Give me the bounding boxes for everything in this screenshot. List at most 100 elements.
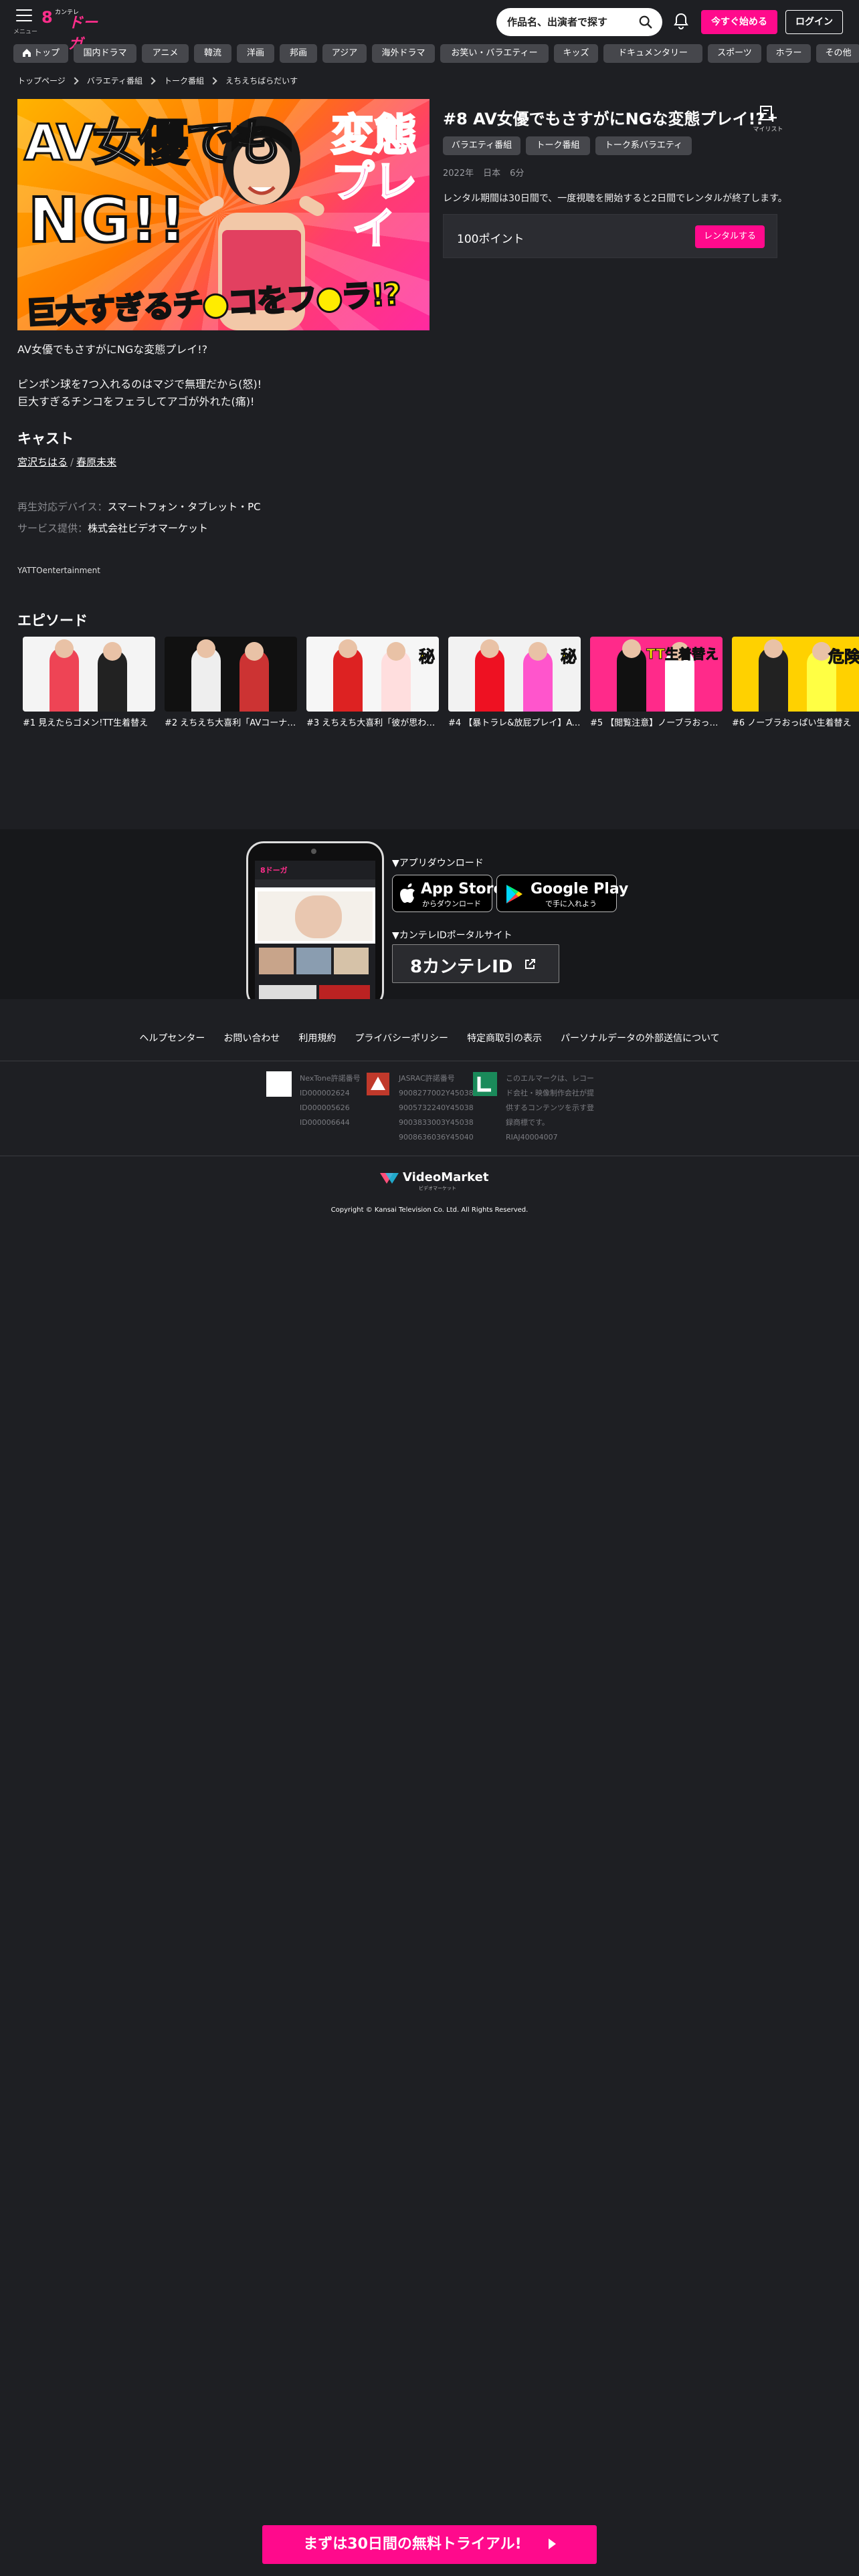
episode-thumbnail: 秘 xyxy=(448,637,581,712)
breadcrumb-series[interactable]: えちえちばらだいす xyxy=(225,75,298,86)
footer-link-contact[interactable]: お問い合わせ xyxy=(223,1033,280,1044)
google-play-button[interactable]: Google Play で手に入れよう xyxy=(496,875,628,912)
logo-mark: 8 xyxy=(41,8,53,27)
thumbnail-headline-2: NG!! xyxy=(27,183,187,257)
add-to-list-icon xyxy=(760,106,777,122)
thumbnail-headline-1: AV女優でも xyxy=(23,114,284,173)
google-play-name: Google Play xyxy=(531,881,629,897)
episode-overlay-text: 危険 xyxy=(828,647,859,667)
footer-link-help[interactable]: ヘルプセンター xyxy=(139,1033,205,1044)
episode-meta: 2022年 日本 6分 xyxy=(443,166,533,179)
rental-note: レンタル期間は30日間で、一度視聴を開始すると2日間でレンタルが終了します。 xyxy=(443,193,787,204)
chevron-right-icon xyxy=(71,76,79,85)
device-value: スマートフォン・タブレット・PC xyxy=(107,501,261,513)
service-info: 再生対応デバイス：スマートフォン・タブレット・PC サービス提供：株式会社ビデオ… xyxy=(17,496,261,539)
free-trial-cta-button[interactable]: まずは30日間の無料トライアル! xyxy=(262,2525,597,2564)
breadcrumb: トップページ バラエティ番組 トーク番組 えちえちばらだいす xyxy=(17,75,298,88)
tag-talk[interactable]: トーク番組 xyxy=(526,136,590,155)
episode-thumbnail[interactable]: AV女優でも NG!! 変態プレイ 巨大すぎるチ●コをフ●ラ!? xyxy=(17,99,430,330)
episode-overlay-text: TT生着替え xyxy=(646,646,719,663)
google-play-icon xyxy=(506,885,522,903)
category-documentary[interactable]: ドキュメンタリー xyxy=(603,44,702,63)
site-logo[interactable]: 8 カンテレ ドーガ xyxy=(41,8,108,53)
menu-button[interactable]: メニュー xyxy=(13,7,37,37)
footer-link-commerce[interactable]: 特定商取引の表示 xyxy=(467,1033,542,1044)
meta-country: 日本 xyxy=(483,169,501,179)
footer-link-personal-data[interactable]: パーソナルデータの外部送信について xyxy=(561,1033,720,1044)
start-now-button[interactable]: 今すぐ始める xyxy=(701,10,777,34)
cast-link-1[interactable]: 宮沢ちはる xyxy=(17,456,68,468)
chevron-right-icon xyxy=(209,76,217,85)
category-top[interactable]: トップ xyxy=(13,44,68,63)
episode-caption: #3 えちえち大喜利「彼が思わず…」 xyxy=(306,718,439,728)
login-button[interactable]: ログイン xyxy=(785,10,843,34)
episode-card[interactable]: 危険 #6 ノーブラおっぱい生着替え xyxy=(732,637,859,737)
footer: ヘルプセンター お問い合わせ 利用規約 プライバシーポリシー 特定商取引の表示 パーソナル… xyxy=(0,999,859,2576)
episode-caption: #5 【閲覧注意】ノーブラおっぱい xyxy=(590,718,723,728)
kantele-id-portal-button[interactable]: 8カンテレID xyxy=(392,944,559,983)
app-store-button[interactable]: App Store からダウンロード xyxy=(392,875,503,912)
nextone-logo-icon xyxy=(266,1071,292,1097)
episode-card[interactable]: #1 見えたらゴメン!TT生着替え xyxy=(23,637,155,737)
meta-duration: 6分 xyxy=(510,169,524,179)
category-other[interactable]: その他 xyxy=(816,44,859,63)
category-western-movie[interactable]: 洋画 xyxy=(237,44,274,63)
episode-thumbnail: 秘 xyxy=(306,637,439,712)
hamburger-icon xyxy=(16,9,32,21)
episode-carousel: #1 見えたらゴメン!TT生着替え #2 えちえち大喜利「AVコーナー」 秘 #3 え… xyxy=(23,637,859,737)
episode-card[interactable]: 秘 #4 【暴トラレ&放屁プレイ】AVを見 xyxy=(448,637,581,737)
bell-icon[interactable] xyxy=(673,12,689,31)
category-japanese-movie[interactable]: 邦画 xyxy=(280,44,317,63)
app-download-section: 8ドーガ ▼アプリダウンロード App Store からダウンロード Googl… xyxy=(0,829,859,999)
videomarket-logo[interactable]: VideoMarket ビデオマーケット xyxy=(379,1170,488,1197)
tag-talk-variety[interactable]: トーク系バラエティ xyxy=(595,136,692,155)
category-variety[interactable]: お笑い・バラエティー xyxy=(440,44,549,63)
episode-card[interactable]: TT生着替え #5 【閲覧注意】ノーブラおっぱい xyxy=(590,637,723,737)
external-link-icon xyxy=(525,959,535,969)
category-anime[interactable]: アニメ xyxy=(142,44,189,63)
search-box xyxy=(496,8,662,36)
breadcrumb-talk[interactable]: トーク番組 xyxy=(164,75,204,86)
episode-title: #8 AV女優でもさすがにNGな変態プレイ!? xyxy=(443,110,765,128)
category-korean[interactable]: 韓流 xyxy=(194,44,231,63)
kantele-id-logo: 8カンテレID xyxy=(410,957,513,977)
copyright: Copyright © Kansai Television Co. Ltd. A… xyxy=(330,1206,529,1214)
footer-link-terms[interactable]: 利用規約 xyxy=(298,1033,336,1044)
episode-card[interactable]: 秘 #3 えちえち大喜利「彼が思わず…」 xyxy=(306,637,439,737)
app-store-name: App Store xyxy=(421,881,504,897)
chevron-right-icon xyxy=(148,76,156,85)
phone-mockup: 8ドーガ xyxy=(246,841,384,999)
category-sports[interactable]: スポーツ xyxy=(708,44,761,63)
content-copyright: YATTOentertainment xyxy=(17,566,100,575)
category-domestic-drama[interactable]: 国内ドラマ xyxy=(74,44,136,63)
description-line-1: AV女優でもさすがにNGな変態プレイ!? xyxy=(17,343,208,356)
category-kids[interactable]: キッズ xyxy=(554,44,598,63)
menu-label: メニュー xyxy=(13,29,38,35)
phone-logo: 8ドーガ xyxy=(260,866,288,875)
cast-link-2[interactable]: 春原未来 xyxy=(76,456,116,468)
category-overseas-drama[interactable]: 海外ドラマ xyxy=(372,44,435,63)
jasrac-logo-icon xyxy=(365,1071,391,1097)
episode-card[interactable]: #2 えちえち大喜利「AVコーナー」 xyxy=(165,637,297,737)
videomarket-icon xyxy=(380,1173,399,1184)
portal-heading: ▼カンテレIDポータルサイト xyxy=(392,930,512,941)
rent-button[interactable]: レンタルする xyxy=(695,225,765,248)
mylist-button[interactable]: マイリスト xyxy=(749,104,787,134)
google-play-sub: で手に入れよう xyxy=(545,899,597,908)
category-asia[interactable]: アジア xyxy=(322,44,367,63)
episode-thumbnail: 危険 xyxy=(732,637,859,712)
episode-description: AV女優でもさすがにNGな変態プレイ!? ピンポン球を7つ入れるのはマジで無理だ… xyxy=(17,341,432,428)
app-download-heading: ▼アプリダウンロード xyxy=(392,858,484,869)
search-input[interactable] xyxy=(507,13,634,31)
breadcrumb-top[interactable]: トップページ xyxy=(17,75,66,86)
l-mark-logo-icon xyxy=(472,1071,498,1097)
footer-links: ヘルプセンター お問い合わせ 利用規約 プライバシーポリシー 特定商取引の表示 パーソナル… xyxy=(0,1031,859,1045)
provider-label: サービス提供： xyxy=(17,522,88,534)
category-horror[interactable]: ホラー xyxy=(767,44,811,63)
search-icon[interactable] xyxy=(638,15,653,29)
footer-link-privacy[interactable]: プライバシーポリシー xyxy=(355,1033,448,1044)
tag-variety[interactable]: バラエティ番組 xyxy=(443,136,520,155)
breadcrumb-variety[interactable]: バラエティ番組 xyxy=(87,75,142,86)
episode-caption: #4 【暴トラレ&放屁プレイ】AVを見 xyxy=(448,718,581,728)
thumbnail-headline-3: 変態プレイ xyxy=(330,111,418,254)
